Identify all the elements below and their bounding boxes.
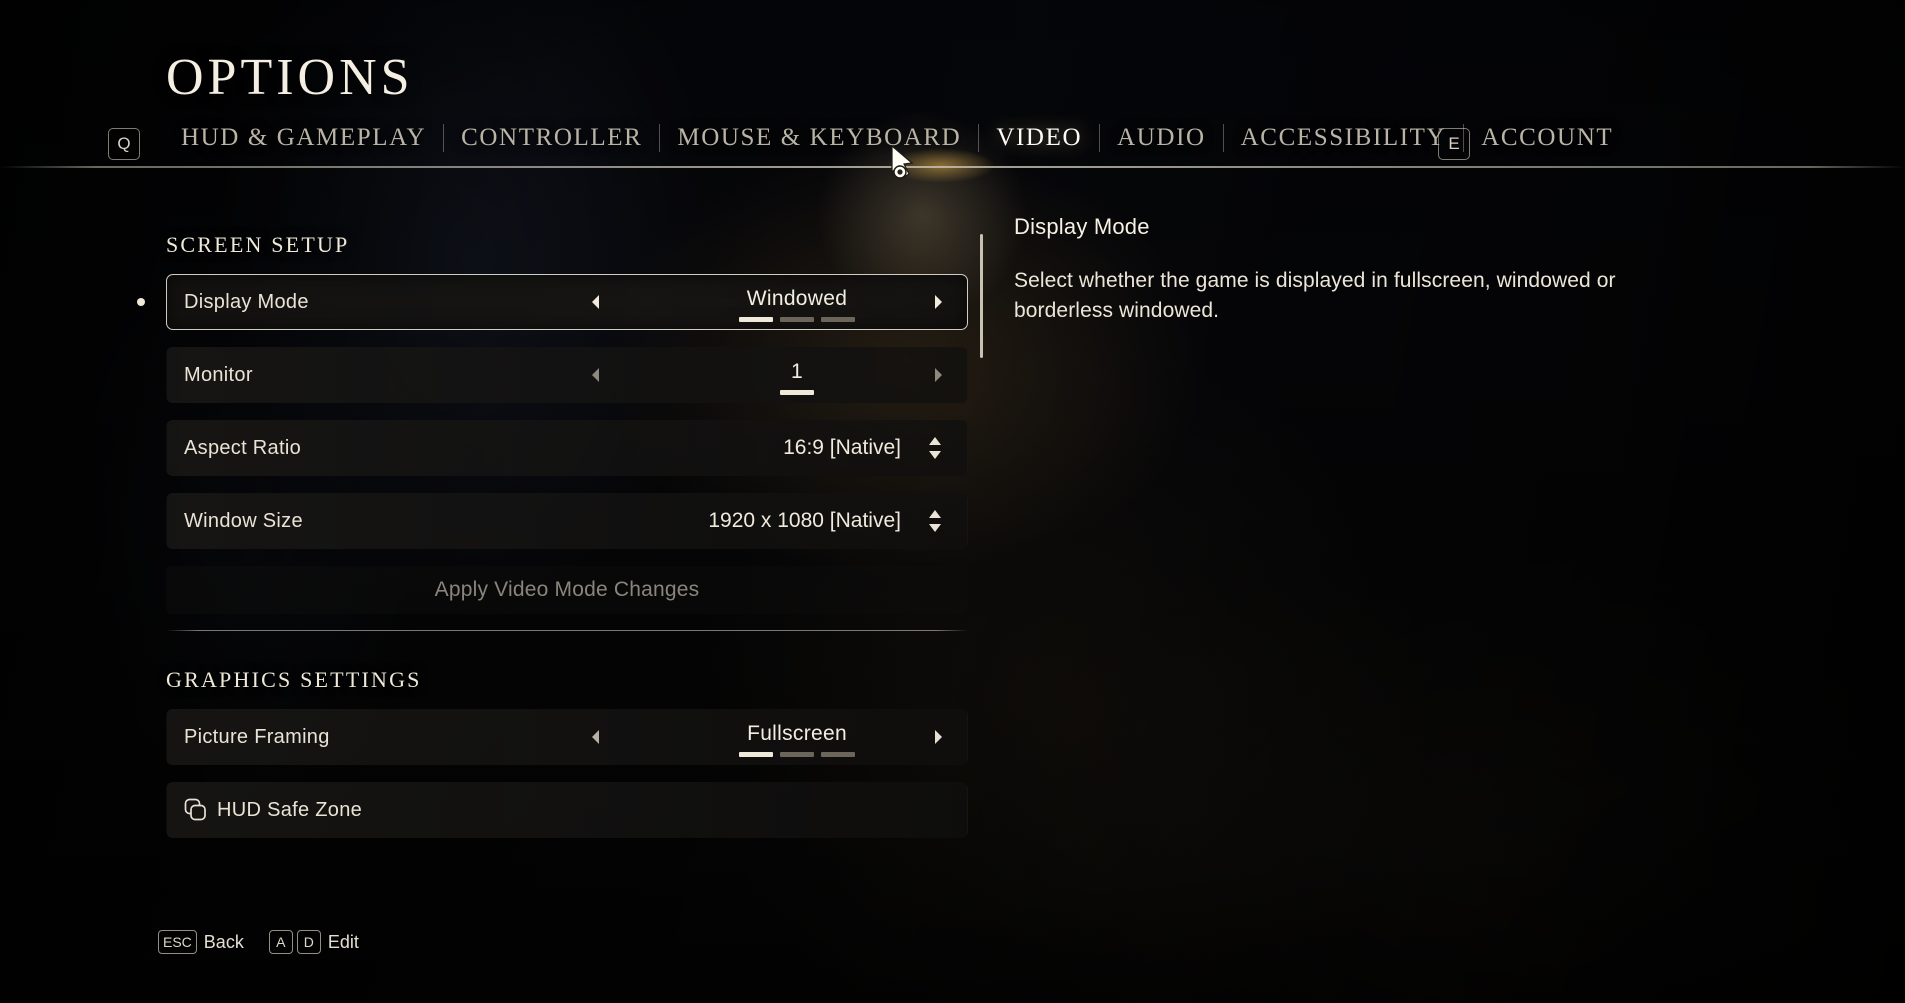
esc-key-icon: ESC (158, 930, 197, 954)
hint-edit[interactable]: A D Edit (268, 930, 359, 954)
hint-back[interactable]: ESC Back (158, 930, 244, 954)
tab-accessibility[interactable]: ACCESSIBILITY (1224, 124, 1464, 152)
prev-tab-key-icon[interactable]: Q (108, 128, 140, 160)
segment (780, 752, 814, 757)
segment (821, 752, 855, 757)
setting-row-aspect-ratio[interactable]: Aspect Ratio 16:9 [Native] (166, 420, 968, 476)
tabbar-divider (0, 166, 1905, 168)
a-key-icon: A (268, 930, 293, 954)
setting-label-aspect-ratio: Aspect Ratio (184, 436, 301, 459)
apply-video-mode-changes-button[interactable]: Apply Video Mode Changes (166, 566, 968, 614)
setting-row-display-mode[interactable]: Display Mode Windowed (137, 274, 968, 330)
segment-indicator-picture-framing (667, 752, 927, 757)
hint-edit-keys: A D (268, 930, 321, 954)
tab-hud-gameplay[interactable]: HUD & GAMEPLAY (164, 124, 443, 152)
section-title-graphics-settings: GRAPHICS SETTINGS (166, 667, 422, 692)
segment (821, 317, 855, 322)
description-scrollbar[interactable] (980, 234, 983, 358)
segment (739, 752, 773, 757)
decrement-arrow-icon[interactable] (590, 728, 602, 746)
description-body: Select whether the game is displayed in … (1014, 269, 1616, 322)
setting-row-picture-framing[interactable]: Picture Framing Fullscreen (166, 709, 968, 765)
setting-label-hud-safe-zone: HUD Safe Zone (217, 798, 363, 821)
options-screen: OPTIONS Q E HUD & GAMEPLAY CONTROLLER MO… (0, 0, 1905, 1003)
setting-value-window-size: 1920 x 1080 [Native] (708, 509, 901, 532)
stepper-updown-icon[interactable] (927, 508, 943, 534)
hint-back-label: Back (203, 931, 244, 952)
footer-hints: ESC Back A D Edit (158, 930, 359, 954)
setting-label-monitor: Monitor (184, 363, 253, 386)
decrement-arrow-icon[interactable] (590, 293, 602, 311)
tab-list: HUD & GAMEPLAY CONTROLLER MOUSE & KEYBOA… (164, 124, 1630, 152)
selection-bullet-icon (137, 298, 145, 306)
setting-label-display-mode: Display Mode (184, 290, 309, 313)
setting-value-display-mode: Windowed (746, 287, 848, 310)
page-title: OPTIONS (166, 49, 414, 106)
setting-row-monitor[interactable]: Monitor 1 (166, 347, 968, 403)
setting-value-aspect-ratio: 16:9 [Native] (783, 436, 901, 459)
tab-account[interactable]: ACCOUNT (1464, 124, 1630, 152)
setting-row-hud-safe-zone[interactable]: HUD Safe Zone (166, 782, 968, 838)
segment (739, 317, 773, 322)
segment-indicator-monitor (667, 390, 927, 395)
stepper-updown-icon[interactable] (927, 435, 943, 461)
increment-arrow-icon[interactable] (932, 293, 944, 311)
segment (780, 317, 814, 322)
increment-arrow-icon[interactable] (932, 728, 944, 746)
setting-label-window-size: Window Size (184, 509, 303, 532)
settings-column: SCREEN SETUP Display Mode Windowed Monit… (137, 232, 968, 855)
tab-video[interactable]: VIDEO (979, 124, 1099, 152)
description-title: Display Mode (1014, 214, 1150, 239)
tab-audio[interactable]: AUDIO (1100, 124, 1223, 152)
hint-edit-label: Edit (327, 931, 359, 952)
segment-indicator-display-mode (667, 317, 927, 322)
section-title-screen-setup: SCREEN SETUP (166, 232, 350, 257)
setting-value-monitor: 1 (791, 360, 803, 383)
tab-mouse-keyboard[interactable]: MOUSE & KEYBOARD (660, 124, 978, 152)
submenu-screens-icon (184, 798, 208, 822)
increment-arrow-icon[interactable] (932, 366, 944, 384)
setting-label-picture-framing: Picture Framing (184, 725, 330, 748)
setting-row-window-size[interactable]: Window Size 1920 x 1080 [Native] (166, 493, 968, 549)
d-key-icon: D (296, 930, 321, 954)
section-divider (166, 630, 968, 631)
hint-back-keys: ESC (158, 930, 197, 954)
segment (780, 390, 814, 395)
setting-value-picture-framing: Fullscreen (747, 722, 847, 745)
decrement-arrow-icon[interactable] (590, 366, 602, 384)
description-panel: Display Mode Select whether the game is … (1014, 214, 1714, 326)
tab-controller[interactable]: CONTROLLER (444, 124, 659, 152)
